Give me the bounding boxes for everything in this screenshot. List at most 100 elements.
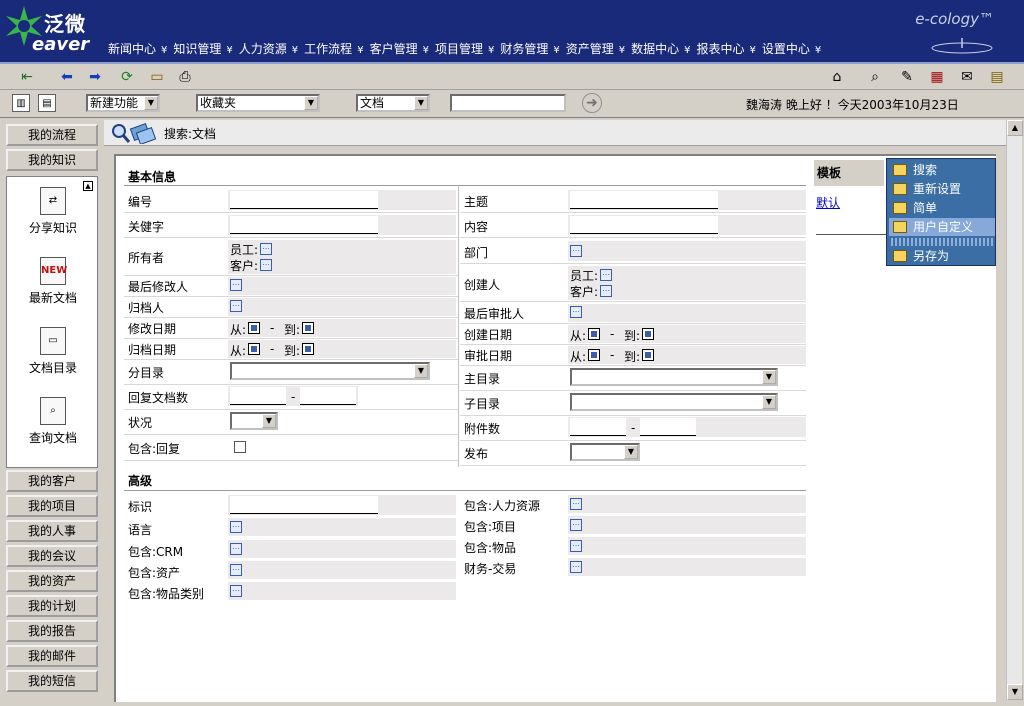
browse-icon[interactable]: ⋯ xyxy=(230,585,242,597)
sidebar-item-my-personnel[interactable]: 我的人事 xyxy=(6,520,98,542)
tool-query-docs[interactable]: ⌕ 查询文档 xyxy=(7,397,99,446)
new-function-select[interactable]: 新建功能 ▼ xyxy=(86,94,160,112)
edit-icon[interactable]: ✎ xyxy=(898,68,916,86)
publish-select[interactable]: ▼ xyxy=(570,443,640,461)
sidebar-item-my-mail[interactable]: 我的邮件 xyxy=(6,645,98,667)
reply-count-to-input[interactable] xyxy=(300,387,356,405)
calendar-icon[interactable]: ▦ xyxy=(928,68,946,86)
nav-item-workflow[interactable]: 工作流程 ¥ xyxy=(304,40,363,57)
home-icon[interactable]: ⌂ xyxy=(828,68,846,86)
scroll-up-icon[interactable]: ▲ xyxy=(1007,120,1023,136)
attachments-from-input[interactable] xyxy=(570,418,626,436)
browse-icon[interactable]: ⋯ xyxy=(230,279,242,291)
include-reply-checkbox[interactable] xyxy=(234,441,246,453)
browse-icon[interactable]: ⋯ xyxy=(600,269,612,281)
mail-icon[interactable]: ✉ xyxy=(958,68,976,86)
browse-icon[interactable]: ⋯ xyxy=(230,564,242,576)
greeting-text: 魏海涛 晚上好 ！今天2003年10月23日 xyxy=(746,98,959,112)
calendar-icon[interactable] xyxy=(248,343,260,355)
calendar-icon[interactable] xyxy=(302,322,314,334)
subject-input[interactable] xyxy=(570,191,718,209)
nav-item-crm[interactable]: 客户管理 ¥ xyxy=(370,40,429,57)
keyword-input[interactable] xyxy=(230,216,378,234)
sidebar-item-my-knowledge[interactable]: 我的知识 xyxy=(6,149,98,171)
content-input[interactable] xyxy=(570,216,718,234)
logout-icon[interactable]: ⇤ xyxy=(18,68,36,86)
layout-left-icon[interactable]: ▥ xyxy=(12,94,30,112)
quick-search-input[interactable] xyxy=(450,94,566,112)
calendar-icon[interactable] xyxy=(588,349,600,361)
tool-doc-catalog[interactable]: ▭ 文档目录 xyxy=(7,327,99,376)
menu-item-save-as[interactable]: 另存为 xyxy=(889,247,995,265)
calendar-icon[interactable] xyxy=(302,343,314,355)
calendar-icon[interactable] xyxy=(248,322,260,334)
layout-full-icon[interactable]: ▤ xyxy=(38,94,56,112)
code-input[interactable] xyxy=(230,191,378,209)
browse-icon[interactable]: ⋯ xyxy=(570,519,582,531)
tool-share-knowledge[interactable]: ⇄ 分享知识 xyxy=(7,187,99,236)
chevron-down-icon: ¥ xyxy=(814,45,822,56)
doc-type-value: 文档 xyxy=(360,96,385,110)
tool-latest-docs[interactable]: NEW 最新文档 xyxy=(7,257,99,306)
identifier-input[interactable] xyxy=(230,496,378,514)
calendar-icon[interactable] xyxy=(642,328,654,340)
label-include-reply: 包含:回复 xyxy=(128,442,181,456)
default-template-link[interactable]: 默认 xyxy=(816,194,840,211)
folder-icon[interactable]: ▭ xyxy=(148,68,166,86)
sidebar-item-my-sms[interactable]: 我的短信 xyxy=(6,670,98,692)
main-category-select[interactable]: ▼ xyxy=(570,368,778,386)
menu-item-custom[interactable]: 用户自定义 xyxy=(889,218,995,236)
sidebar-item-my-meetings[interactable]: 我的会议 xyxy=(6,545,98,567)
nav-item-knowledge[interactable]: 知识管理 ¥ xyxy=(173,40,232,57)
calendar-icon[interactable] xyxy=(588,328,600,340)
nav-item-news[interactable]: 新闻中心 ¥ xyxy=(108,40,167,57)
browse-icon[interactable]: ⋯ xyxy=(570,306,582,318)
browse-icon[interactable]: ⋯ xyxy=(570,245,582,257)
sidebar-item-my-customers[interactable]: 我的客户 xyxy=(6,470,98,492)
browse-icon[interactable]: ⋯ xyxy=(600,285,612,297)
label-publish: 发布 xyxy=(464,447,489,461)
browse-icon[interactable]: ⋯ xyxy=(570,498,582,510)
sub-category-select[interactable]: ▼ xyxy=(570,393,778,411)
nav-item-hr[interactable]: 人力资源 ¥ xyxy=(239,40,298,57)
menu-item-reset[interactable]: 重新设置 xyxy=(889,180,995,198)
grid-icon[interactable]: ▤ xyxy=(988,68,1006,86)
sidebar-item-my-projects[interactable]: 我的项目 xyxy=(6,495,98,517)
sidebar-item-my-plans[interactable]: 我的计划 xyxy=(6,595,98,617)
browse-icon[interactable]: ⋯ xyxy=(570,540,582,552)
menu-item-simple[interactable]: 简单 xyxy=(889,199,995,217)
browse-icon[interactable]: ⋯ xyxy=(230,300,242,312)
sidebar-item-my-reports[interactable]: 我的报告 xyxy=(6,620,98,642)
nav-item-assets[interactable]: 资产管理 ¥ xyxy=(566,40,625,57)
status-select[interactable]: ▼ xyxy=(230,412,278,430)
nav-item-finance[interactable]: 财务管理 ¥ xyxy=(500,40,559,57)
browse-icon[interactable]: ⋯ xyxy=(260,243,272,255)
logo-text-bottom: eaver xyxy=(32,34,90,55)
doc-type-select[interactable]: 文档 ▼ xyxy=(356,94,430,112)
label-creator-customer: 客户: xyxy=(570,285,599,299)
browse-icon[interactable]: ⋯ xyxy=(230,521,242,533)
browse-icon[interactable]: ⋯ xyxy=(260,259,272,271)
nav-item-data[interactable]: 数据中心 ¥ xyxy=(631,40,690,57)
scroll-down-icon[interactable]: ▼ xyxy=(1007,684,1023,700)
nav-item-project[interactable]: 项目管理 ¥ xyxy=(435,40,494,57)
favorites-select[interactable]: 收藏夹 ▼ xyxy=(196,94,320,112)
nav-item-reports[interactable]: 报表中心 ¥ xyxy=(697,40,756,57)
attachments-to-input[interactable] xyxy=(640,418,696,436)
nav-item-settings[interactable]: 设置中心 ¥ xyxy=(762,40,821,57)
browse-icon[interactable]: ⋯ xyxy=(570,561,582,573)
sidebar-item-my-workflow[interactable]: 我的流程 xyxy=(6,124,98,146)
back-arrow-icon[interactable]: ⬅ xyxy=(58,68,76,86)
sidebar-item-my-assets[interactable]: 我的资产 xyxy=(6,570,98,592)
vertical-scrollbar[interactable]: ▲ ▼ xyxy=(1006,120,1023,700)
forward-arrow-icon[interactable]: ➡ xyxy=(86,68,104,86)
go-icon[interactable]: ➜ xyxy=(582,93,602,113)
calendar-icon[interactable] xyxy=(642,349,654,361)
refresh-icon[interactable]: ⟳ xyxy=(118,68,136,86)
subcategory-select[interactable]: ▼ xyxy=(230,362,430,380)
reply-count-from-input[interactable] xyxy=(230,387,286,405)
menu-item-search[interactable]: 搜索 xyxy=(889,161,995,179)
search-doc-icon[interactable]: ⌕ xyxy=(866,68,884,86)
browse-icon[interactable]: ⋯ xyxy=(230,543,242,555)
print-icon[interactable]: ⎙ xyxy=(176,68,194,86)
